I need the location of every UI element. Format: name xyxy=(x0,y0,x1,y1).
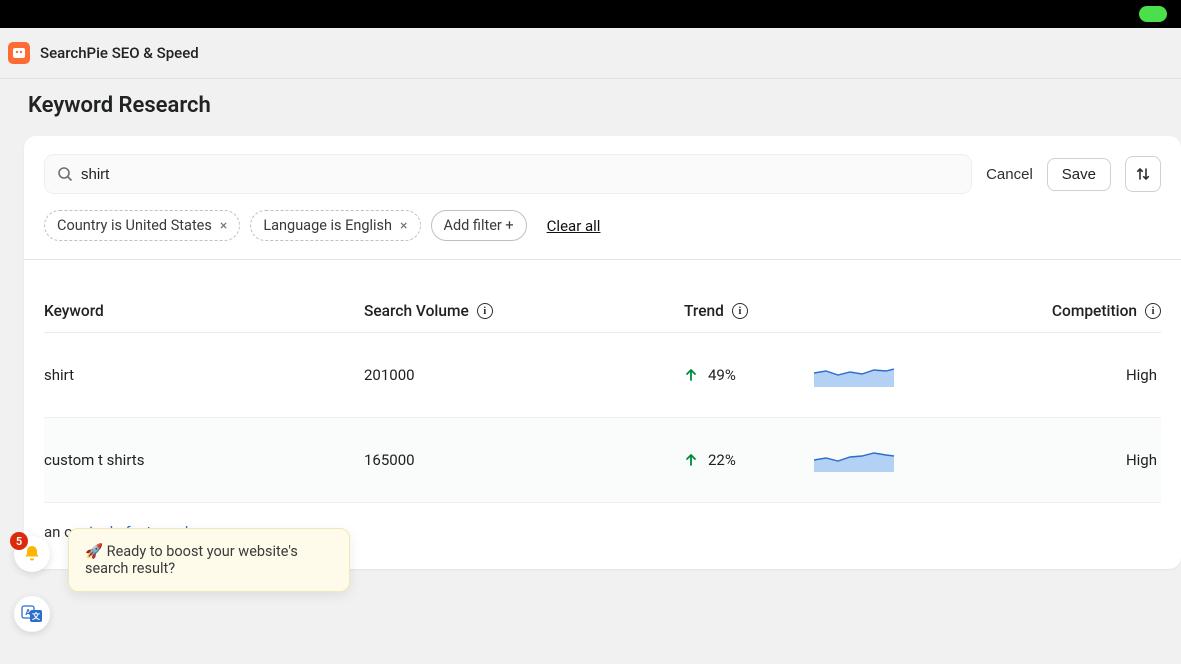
filter-chip-language[interactable]: Language is English × xyxy=(250,210,420,241)
divider xyxy=(24,259,1181,260)
table-row[interactable]: shirt 201000 49% High xyxy=(44,333,1161,418)
page: Keyword Research Cancel Save Country is … xyxy=(0,79,1181,569)
app-header: SearchPie SEO & Speed xyxy=(0,28,1181,79)
filter-chip-label: Language is English xyxy=(263,217,392,234)
svg-text:文: 文 xyxy=(32,611,41,621)
cell-search-volume: 165000 xyxy=(364,451,684,469)
search-input[interactable] xyxy=(81,166,959,183)
cell-keyword: shirt xyxy=(44,366,364,384)
notification-count-badge: 5 xyxy=(10,532,28,550)
notification-bell-button[interactable]: 5 xyxy=(14,536,50,572)
sort-icon xyxy=(1135,166,1151,182)
page-title: Keyword Research xyxy=(28,93,1153,118)
info-icon[interactable]: i xyxy=(732,303,748,319)
sparkline-icon xyxy=(814,444,894,472)
upgrade-partial-suffix: an xyxy=(44,523,60,541)
col-keyword: Keyword xyxy=(44,302,364,320)
search-icon xyxy=(57,166,73,182)
cell-sparkline xyxy=(814,444,1014,476)
table-row[interactable]: custom t shirts 165000 22% High xyxy=(44,418,1161,503)
app-name: SearchPie SEO & Speed xyxy=(40,44,199,62)
cell-competition: High xyxy=(1014,451,1161,469)
trend-pct: 22% xyxy=(708,451,736,469)
cell-competition: High xyxy=(1014,366,1161,384)
search-row: Cancel Save xyxy=(44,154,1161,194)
cell-trend: 22% xyxy=(684,451,814,469)
add-filter-chip[interactable]: Add filter + xyxy=(431,210,527,241)
filter-bar: Country is United States × Language is E… xyxy=(44,194,1161,259)
cell-trend: 49% xyxy=(684,366,814,384)
main-card: Cancel Save Country is United States × L… xyxy=(24,136,1181,569)
save-button[interactable]: Save xyxy=(1047,158,1111,191)
sparkline-icon xyxy=(814,359,894,387)
clear-all-link[interactable]: Clear all xyxy=(547,217,601,235)
col-label: Competition xyxy=(1052,302,1137,320)
os-topbar xyxy=(0,0,1181,28)
cell-keyword: custom t shirts xyxy=(44,451,364,469)
col-label: Trend xyxy=(684,302,724,320)
cancel-button[interactable]: Cancel xyxy=(986,166,1033,183)
filter-chip-country[interactable]: Country is United States × xyxy=(44,210,240,241)
cell-sparkline xyxy=(814,359,1014,391)
close-icon[interactable]: × xyxy=(220,218,227,234)
table-header: Keyword Search Volume i Trend i Competit… xyxy=(44,290,1161,333)
app-logo xyxy=(8,42,30,64)
trend-pct: 49% xyxy=(708,366,736,384)
col-search-volume: Search Volume i xyxy=(364,302,684,320)
col-trend: Trend i xyxy=(684,302,814,320)
add-filter-label: Add filter + xyxy=(444,217,514,234)
translate-icon: A 文 xyxy=(21,603,43,625)
col-label: Keyword xyxy=(44,302,104,320)
status-pill xyxy=(1139,6,1167,22)
filter-chip-label: Country is United States xyxy=(57,217,212,234)
results-table: Keyword Search Volume i Trend i Competit… xyxy=(44,290,1161,503)
col-competition: Competition i xyxy=(1014,302,1161,320)
boost-toast[interactable]: 🚀 Ready to boost your website's search r… xyxy=(68,528,350,592)
arrow-up-icon xyxy=(684,368,698,382)
close-icon[interactable]: × xyxy=(400,218,407,234)
arrow-up-icon xyxy=(684,453,698,467)
sort-button[interactable] xyxy=(1125,156,1161,192)
col-label: Search Volume xyxy=(364,302,469,320)
language-switch-button[interactable]: A 文 xyxy=(14,596,50,632)
search-wrap[interactable] xyxy=(44,154,972,194)
info-icon[interactable]: i xyxy=(477,303,493,319)
cell-search-volume: 201000 xyxy=(364,366,684,384)
toast-text: 🚀 Ready to boost your website's search r… xyxy=(85,543,298,577)
info-icon[interactable]: i xyxy=(1145,303,1161,319)
